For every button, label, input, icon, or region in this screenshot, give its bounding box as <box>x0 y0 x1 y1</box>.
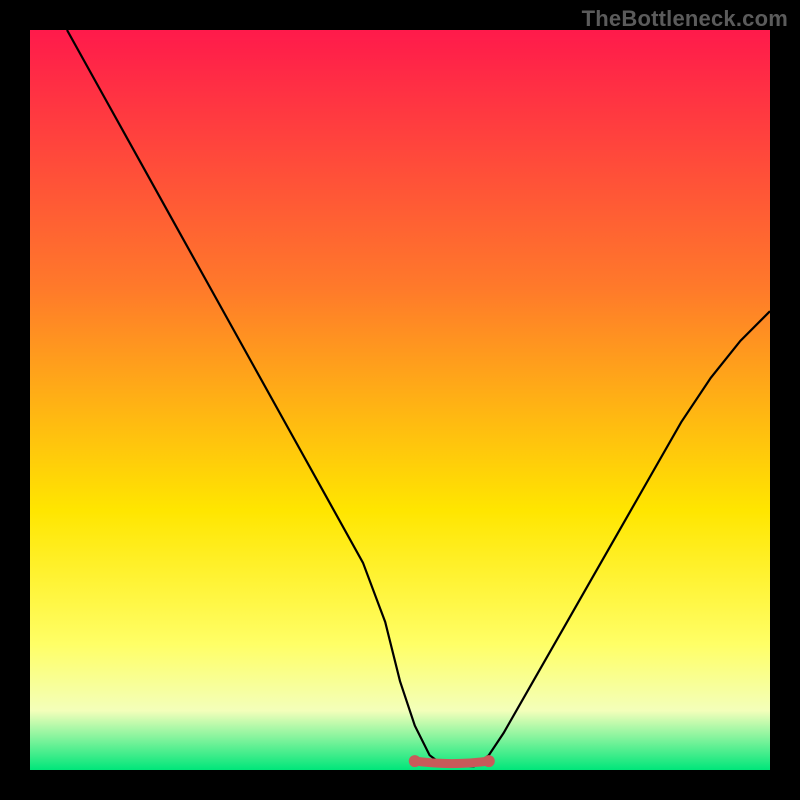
gradient-background <box>30 30 770 770</box>
optimal-zone-end-dot <box>483 755 495 767</box>
optimal-zone-start-dot <box>409 755 421 767</box>
watermark-text: TheBottleneck.com <box>582 6 788 32</box>
bottleneck-plot <box>30 30 770 770</box>
chart-stage: TheBottleneck.com <box>0 0 800 800</box>
optimal-zone-marker <box>415 761 489 764</box>
plot-svg <box>30 30 770 770</box>
